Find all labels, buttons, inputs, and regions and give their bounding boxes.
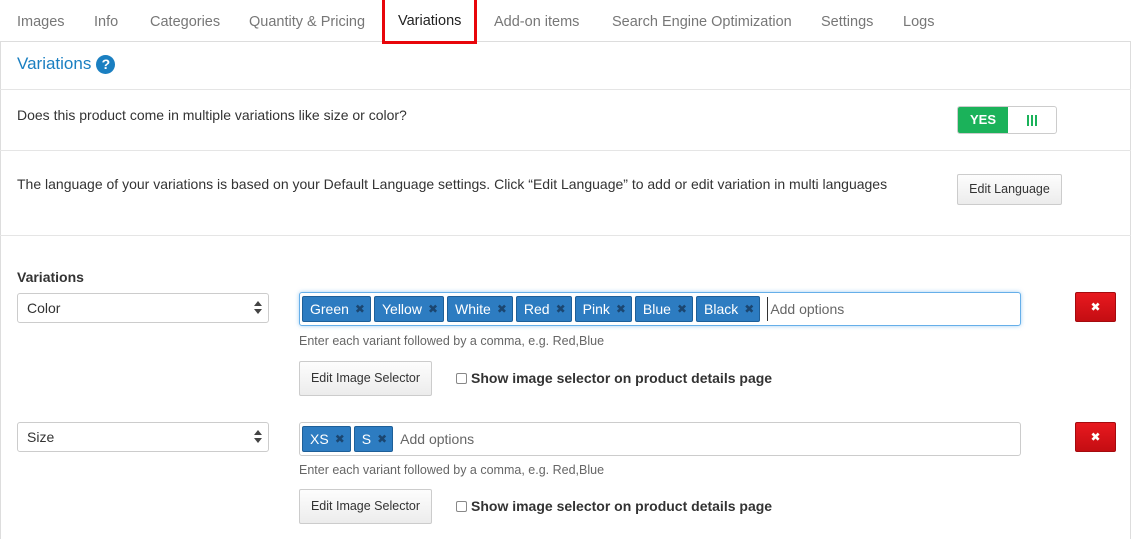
variation-options-input-size[interactable]: XS ✖ S ✖ bbox=[299, 422, 1021, 456]
help-icon[interactable]: ? bbox=[96, 54, 116, 74]
options-hint: Enter each variant followed by a comma, … bbox=[299, 463, 605, 477]
remove-tag-icon[interactable]: ✖ bbox=[677, 302, 687, 316]
option-tag: S ✖ bbox=[353, 426, 394, 452]
tab-quantity-pricing[interactable]: Quantity & Pricing bbox=[249, 0, 365, 42]
tab-seo[interactable]: Search Engine Optimization bbox=[612, 0, 792, 42]
option-tag-label: Yellow bbox=[381, 301, 422, 317]
option-tag: Pink ✖ bbox=[574, 296, 632, 322]
edit-language-button[interactable]: Edit Language bbox=[957, 174, 1062, 205]
variation-type-value: Size bbox=[27, 429, 55, 445]
show-image-selector-checkbox[interactable] bbox=[456, 500, 467, 512]
select-arrows-icon bbox=[254, 300, 262, 316]
option-tag: Red ✖ bbox=[515, 296, 572, 322]
toggle-yes-label: YES bbox=[958, 107, 1008, 133]
section-title: Variations ? bbox=[17, 54, 116, 74]
select-arrows-icon bbox=[254, 429, 262, 445]
remove-tag-icon[interactable]: ✖ bbox=[377, 432, 387, 446]
tab-categories[interactable]: Categories bbox=[150, 0, 220, 42]
edit-image-selector-button[interactable]: Edit Image Selector bbox=[299, 489, 432, 524]
remove-tag-icon[interactable]: ✖ bbox=[556, 302, 566, 316]
close-icon: ✖ bbox=[1090, 300, 1101, 314]
panel-left-border bbox=[0, 42, 1, 539]
show-image-selector-checkbox[interactable] bbox=[456, 372, 467, 384]
tab-info[interactable]: Info bbox=[94, 0, 118, 42]
option-tag: XS ✖ bbox=[302, 426, 351, 452]
option-tag: Blue ✖ bbox=[634, 296, 694, 322]
delete-variation-button[interactable]: ✖ bbox=[1075, 422, 1116, 452]
remove-tag-icon[interactable]: ✖ bbox=[335, 432, 345, 446]
edit-image-selector-button[interactable]: Edit Image Selector bbox=[299, 361, 432, 396]
variation-type-select-color[interactable]: Color bbox=[17, 293, 269, 323]
divider bbox=[0, 89, 1131, 90]
option-tag: Black ✖ bbox=[696, 296, 761, 322]
section-title-text: Variations bbox=[17, 54, 92, 73]
option-tag-label: S bbox=[361, 431, 372, 447]
remove-tag-icon[interactable]: ✖ bbox=[616, 302, 626, 316]
toggle-handle-icon[interactable] bbox=[1008, 107, 1056, 133]
show-image-selector-label: Show image selector on product details p… bbox=[471, 498, 773, 514]
close-icon: ✖ bbox=[1090, 430, 1101, 444]
tab-images[interactable]: Images bbox=[17, 0, 65, 42]
tab-settings[interactable]: Settings bbox=[821, 0, 873, 42]
option-tag-label: Black bbox=[704, 301, 739, 317]
option-tag-label: White bbox=[455, 301, 491, 317]
remove-tag-icon[interactable]: ✖ bbox=[355, 302, 365, 316]
variation-options-input-color[interactable]: Green ✖ Yellow ✖ White ✖ Red ✖ Pink ✖ Blue ✖ B… bbox=[299, 292, 1021, 326]
variation-type-value: Color bbox=[27, 300, 61, 316]
variations-heading: Variations bbox=[17, 269, 84, 285]
option-tag-label: Blue bbox=[642, 301, 671, 317]
show-image-selector-label: Show image selector on product details p… bbox=[471, 370, 773, 386]
tab-logs[interactable]: Logs bbox=[903, 0, 934, 42]
language-info-text: The language of your variations is based… bbox=[17, 176, 888, 192]
option-tag-label: XS bbox=[310, 431, 329, 447]
delete-variation-button[interactable]: ✖ bbox=[1075, 292, 1116, 322]
multi-variation-toggle[interactable]: YES bbox=[957, 106, 1057, 134]
option-tag-label: Red bbox=[523, 301, 550, 317]
option-tag: White ✖ bbox=[447, 296, 513, 322]
multi-variation-question: Does this product come in multiple varia… bbox=[17, 107, 407, 123]
option-tag-label: Green bbox=[310, 301, 349, 317]
tab-bar: Images Info Categories Quantity & Pricin… bbox=[0, 0, 1131, 44]
option-tag: Green ✖ bbox=[302, 296, 371, 322]
tab-add-on-items[interactable]: Add-on items bbox=[494, 0, 579, 42]
option-tag: Yellow ✖ bbox=[373, 296, 445, 322]
option-tag-label: Pink bbox=[582, 301, 610, 317]
variation-type-select-size[interactable]: Size bbox=[17, 422, 269, 452]
divider bbox=[0, 235, 1131, 236]
tab-variations[interactable]: Variations bbox=[382, 0, 478, 44]
remove-tag-icon[interactable]: ✖ bbox=[428, 302, 438, 316]
options-hint: Enter each variant followed by a comma, … bbox=[299, 334, 605, 348]
remove-tag-icon[interactable]: ✖ bbox=[744, 302, 754, 316]
remove-tag-icon[interactable]: ✖ bbox=[497, 302, 507, 316]
add-options-input[interactable] bbox=[767, 297, 968, 321]
add-options-input[interactable] bbox=[400, 427, 601, 451]
show-image-selector-option[interactable]: Show image selector on product details p… bbox=[456, 370, 772, 386]
show-image-selector-option[interactable]: Show image selector on product details p… bbox=[456, 498, 772, 514]
divider bbox=[0, 150, 1131, 151]
